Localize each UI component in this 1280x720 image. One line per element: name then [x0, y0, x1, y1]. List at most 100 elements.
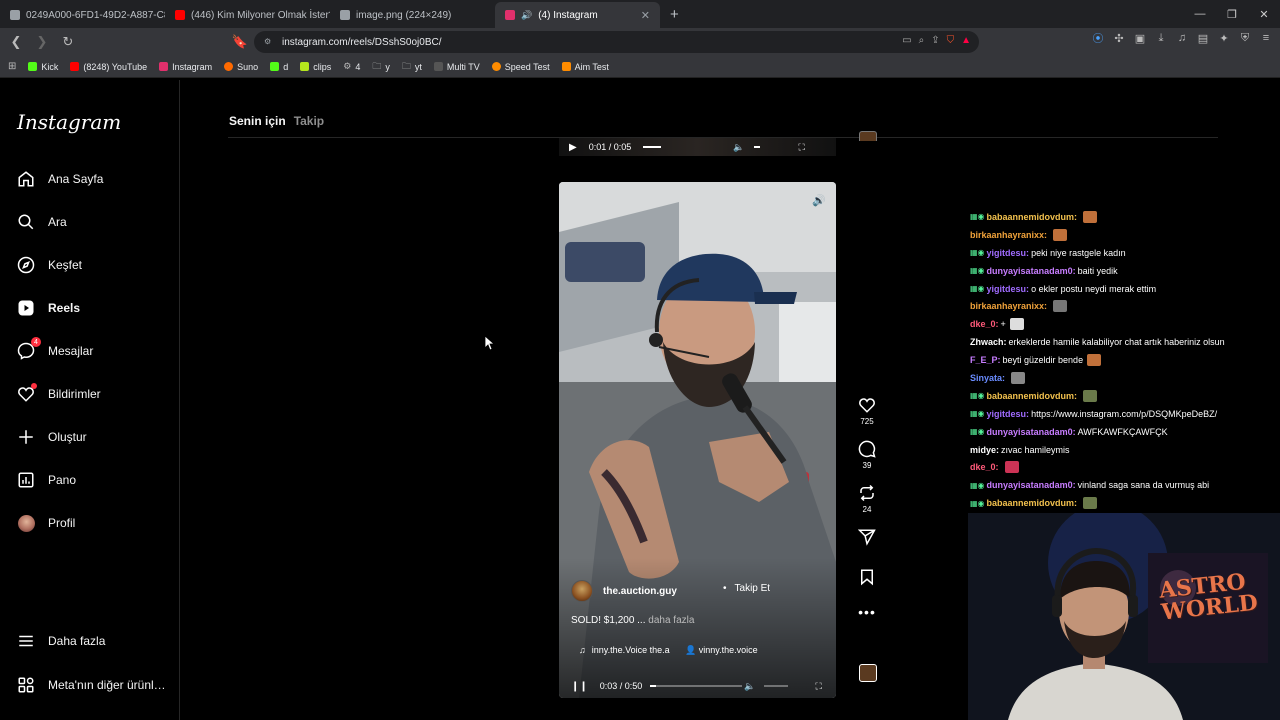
nav-dashboard[interactable]: Pano	[17, 471, 76, 489]
share-button[interactable]	[858, 528, 876, 546]
like-button[interactable]: 725	[858, 396, 876, 426]
bookmark-folder-y[interactable]: 🗀 y	[372, 59, 390, 75]
chat-username[interactable]: Zhwach:	[970, 337, 1007, 347]
chat-username[interactable]: dke_0:	[970, 462, 999, 472]
pause-icon[interactable]: ❙❙	[571, 681, 588, 692]
instagram-logo[interactable]: Instagram	[17, 110, 121, 134]
sidebar-icon[interactable]: ▤	[1197, 32, 1209, 45]
progress-bar[interactable]	[643, 146, 662, 148]
zoom-icon[interactable]: ⌕	[919, 35, 925, 46]
reel-tagged-user[interactable]: 👤 vinny.the.voice	[685, 645, 758, 656]
tab-1[interactable]: (446) Kim Milyoner Olmak İster? 120…	[165, 2, 330, 28]
url-input[interactable]: ⚙ instagram.com/reels/DSshS0oj0BC/ ▭ ⌕ ⇪…	[254, 31, 979, 53]
speaker-icon[interactable]: 🔊	[521, 10, 532, 21]
bookmark-speedtest[interactable]: Speed Test	[491, 62, 550, 72]
comment-button[interactable]: 39	[858, 440, 876, 470]
bookmark-youtube[interactable]: (8248) YouTube	[70, 62, 147, 72]
chat-username[interactable]: yigitdesu:	[987, 409, 1030, 419]
tab-3[interactable]: 🔊 (4) Instagram ✕	[495, 2, 660, 28]
chat-username[interactable]: dke_0:	[970, 319, 999, 329]
brave-rewards-icon[interactable]: ▲	[961, 35, 971, 46]
back-icon[interactable]: ❮	[6, 32, 26, 52]
music-icon[interactable]: ♫	[1176, 32, 1188, 44]
close-tab-icon[interactable]: ✕	[641, 9, 650, 22]
vpn-icon[interactable]: ⛨	[1239, 32, 1251, 44]
chat-username[interactable]: birkaanhayranixx:	[970, 301, 1047, 311]
fullscreen-icon[interactable]: ⛶	[816, 681, 822, 692]
bookmark-suno[interactable]: Suno	[224, 62, 258, 72]
bookmark-aimtest[interactable]: Aim Test	[561, 62, 609, 72]
follow-button[interactable]: • Takip Et	[723, 583, 770, 594]
nav-create[interactable]: Oluştur	[17, 428, 87, 446]
tab-for-you[interactable]: Senin için	[229, 114, 286, 128]
brave-shield-icon[interactable]: ⛉	[947, 35, 955, 46]
close-window-icon[interactable]: ✕	[1248, 0, 1280, 28]
chat-username[interactable]: F_E_P:	[970, 355, 1001, 365]
tab-2[interactable]: image.png (224×249)	[330, 2, 495, 28]
audio-icon[interactable]: 🔊	[812, 194, 826, 208]
nav-meta[interactable]: Meta'nın diğer ürünl…	[17, 676, 166, 694]
play-icon[interactable]: ▶	[569, 142, 577, 153]
nav-messages[interactable]: 4 Mesajlar	[17, 337, 93, 360]
cast-icon[interactable]: ▭	[902, 35, 911, 46]
bookmark-icon[interactable]: 🔖	[230, 32, 250, 52]
bookmark-d[interactable]: d	[270, 62, 288, 72]
audio-thumbnail[interactable]	[859, 664, 877, 682]
previous-reel-thumbnail[interactable]	[859, 131, 877, 141]
more-options-button[interactable]: •••	[858, 604, 876, 620]
nav-explore[interactable]: Keşfet	[17, 256, 82, 274]
tab-following[interactable]: Takip	[294, 114, 324, 128]
screenshot-icon[interactable]: ▣	[1134, 32, 1146, 45]
menu-icon[interactable]: ≡	[1260, 32, 1272, 44]
volume-icon[interactable]: 🔈	[733, 142, 744, 153]
reel-username[interactable]: the.auction.guy	[603, 586, 677, 597]
bookmark-folder-yt[interactable]: 🗀 yt	[402, 59, 422, 75]
bookmark-multitv[interactable]: Multi TV	[433, 62, 480, 72]
restore-icon[interactable]: ❐	[1216, 0, 1248, 28]
nav-reels[interactable]: Reels	[17, 299, 80, 317]
volume-slider[interactable]	[763, 685, 788, 687]
chat-username[interactable]: babaannemidovdum:	[987, 391, 1078, 401]
nav-search[interactable]: Ara	[17, 213, 67, 231]
chat-username[interactable]: birkaanhayranixx:	[970, 230, 1047, 240]
chat-username[interactable]: babaannemidovdum:	[987, 498, 1078, 508]
bookmark-clips[interactable]: clips	[300, 62, 331, 72]
reel-author-avatar[interactable]	[571, 580, 593, 602]
download-icon[interactable]: ⤓	[1155, 32, 1167, 44]
reel-video[interactable]: 🔊 the.auction.guy • Takip Et SOLD! $1,20…	[559, 182, 836, 698]
reel-author[interactable]: the.auction.guy	[571, 580, 677, 602]
bookmark-instagram[interactable]: Instagram	[159, 62, 212, 72]
chat-username[interactable]: midye:	[970, 445, 999, 455]
chat-username[interactable]: yigitdesu:	[987, 248, 1030, 258]
chat-username[interactable]: dunyayisatanadam0:	[987, 266, 1076, 276]
chat-username[interactable]: babaannemidovdum:	[987, 212, 1078, 222]
bookmark-kick[interactable]: Kick	[28, 62, 58, 72]
site-info-icon[interactable]: ⚙	[264, 37, 271, 46]
reload-icon[interactable]: ↻	[58, 32, 78, 52]
puzzle-icon[interactable]: ✣	[1113, 32, 1125, 45]
chat-username[interactable]: yigitdesu:	[987, 284, 1030, 294]
reel-audio[interactable]: ♫ inny.the.Voice the.a	[579, 645, 670, 655]
chat-username[interactable]: dunyayisatanadam0:	[987, 480, 1076, 490]
tab-0[interactable]: 0249A000-6FD1-49D2-A887-C83D2…	[0, 2, 165, 28]
bookmark-4[interactable]: ⚙ 4	[343, 61, 360, 72]
volume-icon[interactable]: 🔈	[744, 681, 755, 692]
nav-more[interactable]: Daha fazla	[17, 632, 105, 650]
nav-notifications[interactable]: Bildirimler	[17, 383, 101, 403]
caption-more[interactable]: daha fazla	[648, 615, 694, 626]
volume-slider[interactable]	[754, 146, 761, 148]
apps-icon[interactable]: ⊞	[8, 61, 16, 72]
progress-bar[interactable]	[650, 685, 743, 687]
repost-button[interactable]: 24	[858, 484, 876, 514]
forward-icon[interactable]: ❯	[32, 32, 52, 52]
new-tab-button[interactable]: +	[660, 2, 689, 28]
leo-icon[interactable]: ✦	[1218, 32, 1230, 45]
fullscreen-icon[interactable]: ⛶	[798, 142, 804, 153]
chat-username[interactable]: dunyayisatanadam0:	[987, 427, 1076, 437]
chat-username[interactable]: Sinyata:	[970, 373, 1005, 383]
extension-icon[interactable]: ⦿	[1092, 32, 1104, 45]
nav-home[interactable]: Ana Sayfa	[17, 170, 103, 188]
save-button[interactable]	[858, 568, 876, 586]
minimize-icon[interactable]: —	[1184, 0, 1216, 28]
nav-profile[interactable]: Profil	[17, 514, 75, 532]
